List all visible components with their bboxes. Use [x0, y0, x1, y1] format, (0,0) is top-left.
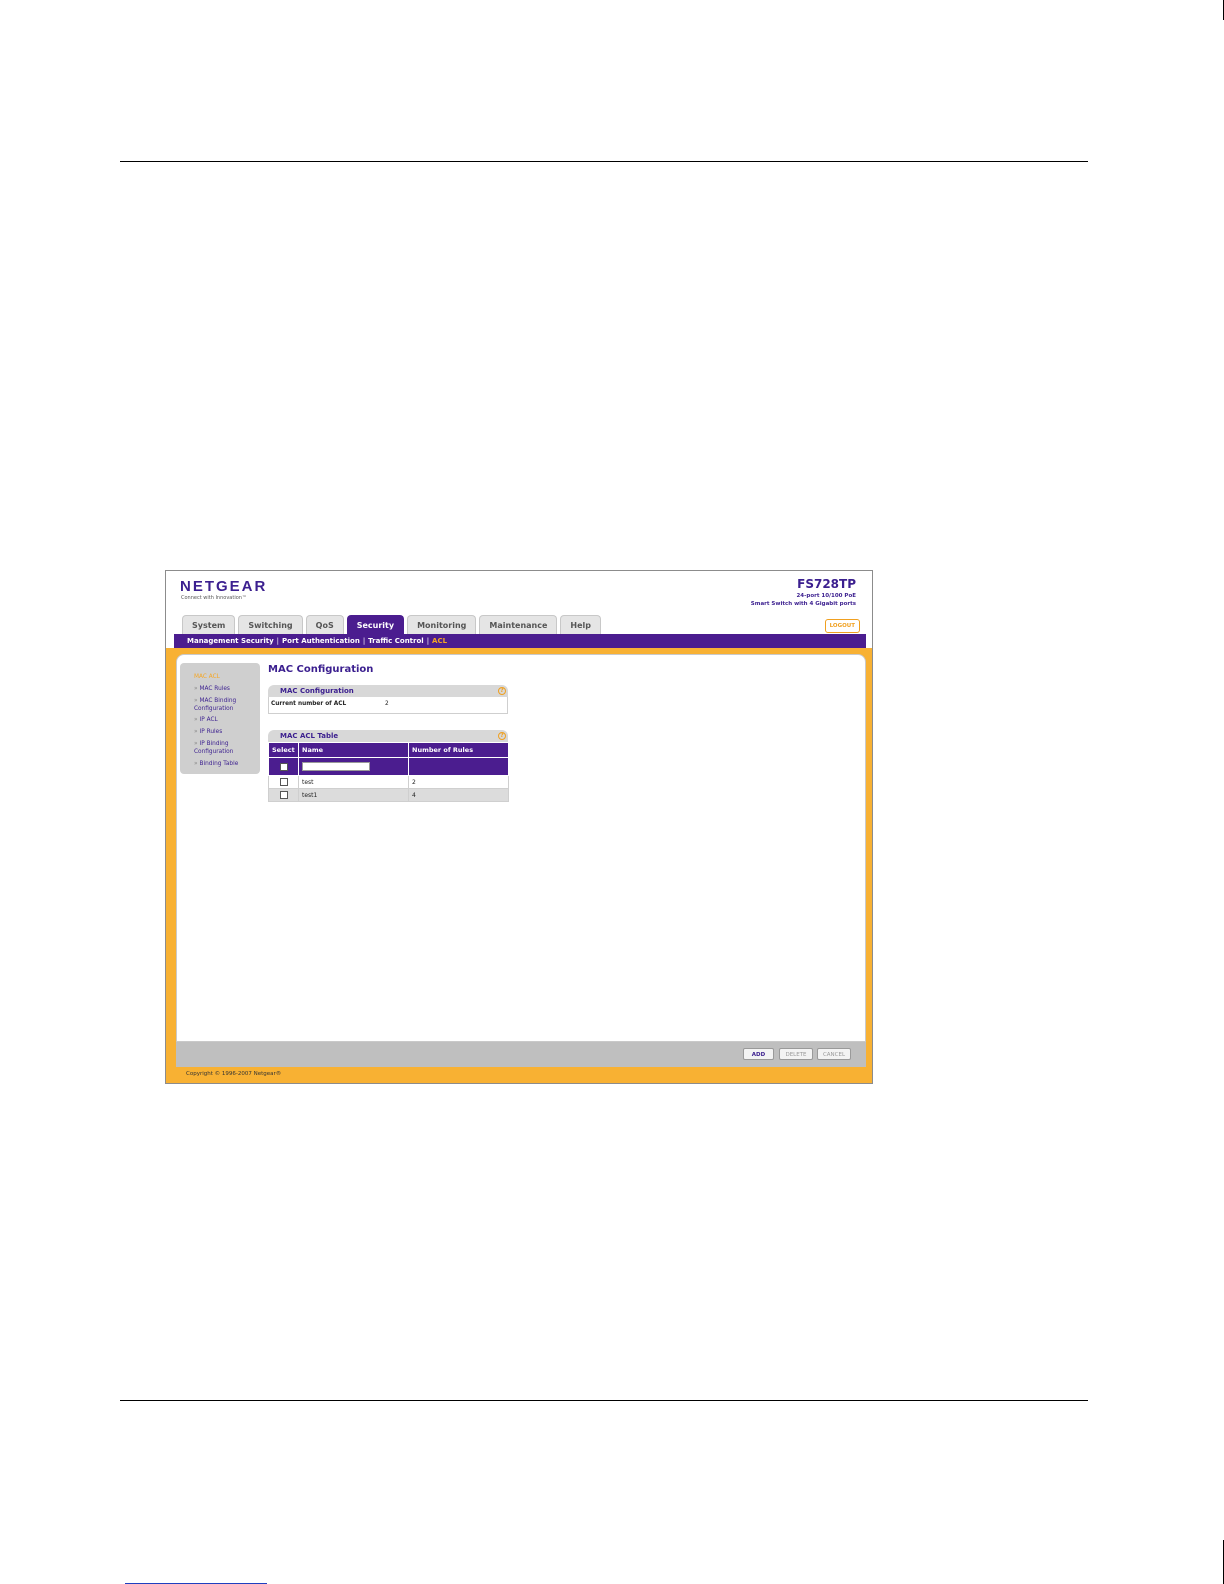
current-acl-row: Current number of ACL 2 — [268, 697, 508, 714]
tab-security[interactable]: Security — [346, 615, 405, 634]
current-acl-label: Current number of ACL — [271, 701, 347, 707]
table-row: test1 4 — [268, 788, 509, 802]
mac-config-title: MAC Configuration — [280, 687, 354, 695]
logout-button[interactable]: LOGOUT — [824, 619, 860, 633]
subnav-traffic-control[interactable]: Traffic Control — [365, 634, 427, 648]
tab-qos[interactable]: QoS — [305, 615, 344, 634]
security-subnav: Management Security | Port Authenticatio… — [174, 634, 866, 648]
row-checkbox[interactable] — [280, 791, 288, 799]
model-desc-line1: 24-port 10/100 PoE — [796, 593, 856, 599]
acl-table-header: MAC ACL Table ? — [268, 730, 508, 742]
model-desc-line2: Smart Switch with 4 Gigabit ports — [750, 601, 856, 607]
sidebar-item-ip-acl[interactable]: » IP ACL — [194, 716, 218, 724]
tab-help[interactable]: Help — [560, 615, 602, 634]
column-header-select: Select — [268, 742, 299, 758]
tab-switching[interactable]: Switching — [238, 615, 303, 634]
new-acl-checkbox[interactable] — [280, 762, 288, 771]
netgear-logo: NETGEAR — [180, 578, 268, 595]
bullet-icon: » — [194, 761, 198, 767]
tab-monitoring[interactable]: Monitoring — [407, 615, 477, 634]
sidebar-item-mac-rules[interactable]: » MAC Rules — [194, 685, 230, 693]
netgear-screenshot: NETGEAR Connect with Innovation™ FS728TP… — [165, 570, 873, 1084]
row-name: test1 — [298, 788, 409, 802]
row-checkbox[interactable] — [280, 778, 288, 786]
model-name: FS728TP — [797, 577, 856, 591]
cancel-button[interactable]: CANCEL — [817, 1048, 851, 1060]
sidebar-item-binding-table[interactable]: » Binding Table — [194, 760, 238, 768]
row-select-cell — [268, 775, 299, 789]
sidebar: MAC ACL » MAC Rules » MAC Binding Configur… — [180, 663, 260, 774]
sidebar-item-label: MAC ACL — [194, 674, 220, 680]
table-header-row: Select Name Number of Rules — [268, 742, 509, 758]
sidebar-item-mac-acl[interactable]: MAC ACL — [194, 673, 220, 681]
acl-table-title: MAC ACL Table — [280, 732, 339, 740]
tab-maintenance[interactable]: Maintenance — [479, 615, 558, 634]
subnav-acl[interactable]: ACL — [429, 634, 450, 648]
bullet-icon: » — [194, 698, 198, 704]
acl-name-input[interactable] — [302, 762, 370, 771]
sidebar-item-label: Binding Table — [199, 761, 239, 767]
table-row: test 2 — [268, 775, 509, 789]
page-title: MAC Configuration — [268, 664, 374, 675]
sidebar-item-label: MAC Rules — [199, 686, 230, 692]
new-acl-row — [268, 757, 509, 776]
subnav-port-authentication[interactable]: Port Authentication — [279, 634, 363, 648]
main-tabs: System Switching QoS Security Monitoring… — [182, 615, 602, 634]
row-rules: 2 — [408, 775, 509, 789]
sidebar-item-mac-binding-configuration[interactable]: » MAC Binding Configuration — [194, 697, 254, 713]
copyright-text: Copyright © 1996-2007 Netgear® — [186, 1071, 282, 1077]
action-bar: ADD DELETE CANCEL — [176, 1042, 866, 1067]
sidebar-item-label: MAC Binding Configuration — [194, 698, 237, 712]
sidebar-item-ip-rules[interactable]: » IP Rules — [194, 728, 222, 736]
new-acl-rules-cell — [408, 757, 509, 776]
help-icon[interactable]: ? — [498, 687, 506, 695]
row-rules: 4 — [408, 788, 509, 802]
sidebar-item-label: IP ACL — [199, 717, 218, 723]
bullet-icon: » — [194, 729, 198, 735]
add-button[interactable]: ADD — [743, 1048, 774, 1060]
mac-config-header: MAC Configuration ? — [268, 685, 508, 697]
row-name: test — [298, 775, 409, 789]
model-description: 24-port 10/100 PoE Smart Switch with 4 G… — [696, 592, 856, 608]
row-select-cell — [268, 788, 299, 802]
bullet-icon: » — [194, 717, 198, 723]
sidebar-item-ip-binding-configuration[interactable]: » IP Binding Configuration — [194, 740, 254, 756]
page-bottom-rule — [120, 1400, 1088, 1401]
help-icon[interactable]: ? — [498, 732, 506, 740]
bullet-icon: » — [194, 741, 198, 747]
current-acl-value: 2 — [385, 701, 389, 707]
sidebar-item-label: IP Binding Configuration — [194, 741, 234, 755]
new-acl-select-cell — [268, 757, 299, 776]
top-banner: NETGEAR Connect with Innovation™ FS728TP… — [166, 571, 872, 616]
page-top-rule — [120, 161, 1088, 162]
bullet-icon: » — [194, 686, 198, 692]
column-header-name: Name — [298, 742, 409, 758]
tab-system[interactable]: System — [182, 615, 236, 634]
subnav-management-security[interactable]: Management Security — [184, 634, 277, 648]
logo-tagline: Connect with Innovation™ — [181, 595, 247, 601]
column-header-rules: Number of Rules — [408, 742, 509, 758]
delete-button[interactable]: DELETE — [779, 1048, 813, 1060]
sidebar-item-label: IP Rules — [199, 729, 223, 735]
new-acl-name-cell — [298, 757, 409, 776]
mac-acl-table: Select Name Number of Rules test 2 test1… — [268, 742, 509, 802]
